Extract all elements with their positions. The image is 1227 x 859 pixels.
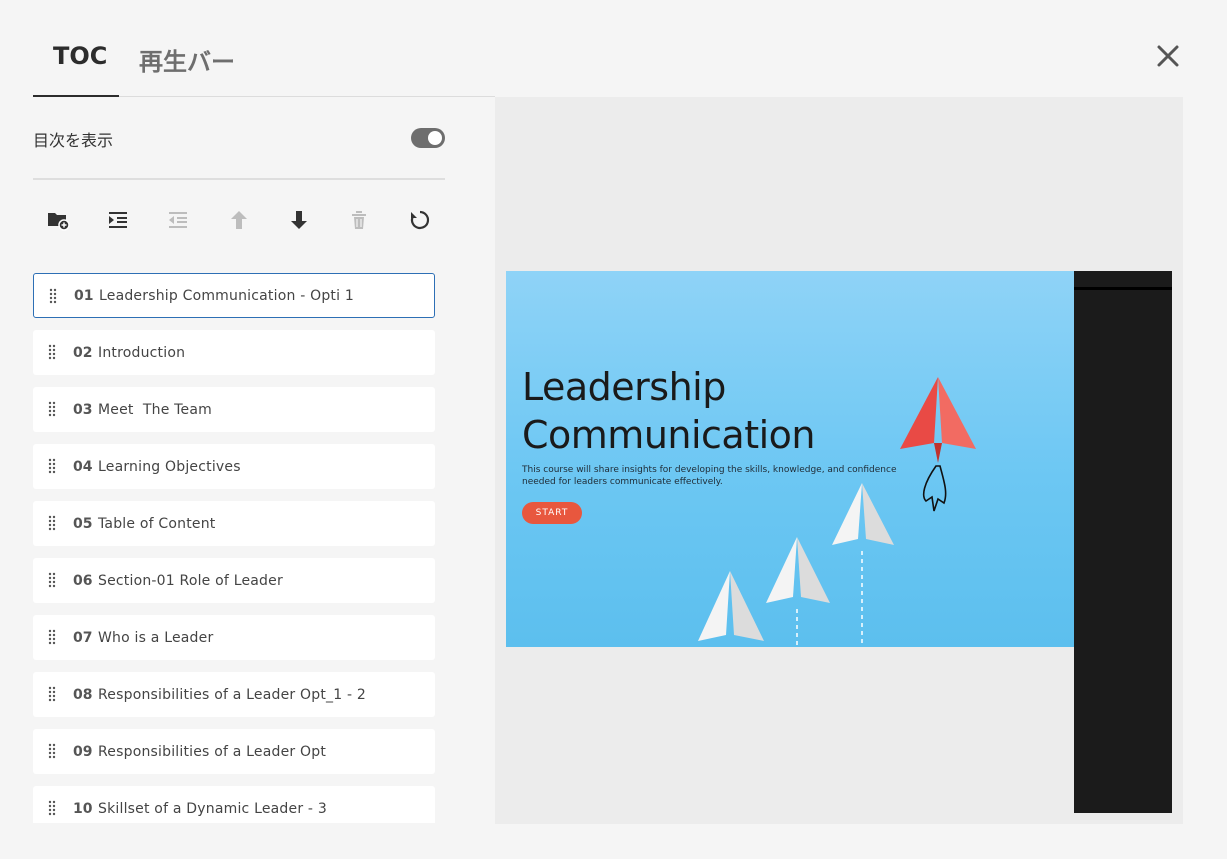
move-down-icon: [291, 211, 307, 229]
show-toc-label: 目次を表示: [33, 131, 114, 150]
tab-playbar[interactable]: 再生バー: [139, 42, 235, 77]
drag-handle-icon[interactable]: [48, 401, 56, 417]
toc-item[interactable]: 01 Leadership Communication - Opti 1: [33, 273, 435, 318]
toc-item[interactable]: 07 Who is a Leader: [33, 615, 435, 660]
toc-item[interactable]: 04 Learning Objectives: [33, 444, 435, 489]
toc-item[interactable]: 08 Responsibilities of a Leader Opt_1 - …: [33, 672, 435, 717]
outdent-button[interactable]: [164, 206, 192, 234]
drag-handle-icon[interactable]: [48, 743, 56, 759]
toc-item-number: 02: [73, 344, 93, 361]
sidebar-header-bar: [1074, 287, 1172, 290]
show-toc-toggle[interactable]: [411, 128, 445, 148]
move-up-button[interactable]: [225, 206, 253, 234]
toc-item-title: Learning Objectives: [98, 458, 241, 475]
drag-handle-icon[interactable]: [48, 629, 56, 645]
toc-item-number: 01: [74, 287, 94, 304]
toc-item-title: Leadership Communication - Opti 1: [99, 287, 354, 304]
close-icon: [1157, 45, 1179, 67]
drag-handle-icon[interactable]: [48, 686, 56, 702]
show-toc-row: 目次を表示: [33, 122, 445, 156]
toc-item-title: Who is a Leader: [98, 629, 214, 646]
start-button[interactable]: START: [522, 502, 582, 524]
reset-button[interactable]: [406, 206, 434, 234]
toc-item[interactable]: 06 Section-01 Role of Leader: [33, 558, 435, 603]
outdent-icon: [169, 212, 187, 228]
toc-item-title: Meet The Team: [98, 401, 212, 418]
close-button[interactable]: [1152, 40, 1184, 72]
drag-handle-icon[interactable]: [48, 515, 56, 531]
paper-planes-illustration: [698, 377, 976, 647]
toc-item-number: 03: [73, 401, 93, 418]
toc-item-title: Responsibilities of a Leader Opt_1 - 2: [98, 686, 366, 703]
toc-item[interactable]: 03 Meet The Team: [33, 387, 435, 432]
toc-item-title: Section-01 Role of Leader: [98, 572, 283, 589]
add-folder-button[interactable]: [44, 206, 72, 234]
indent-button[interactable]: [104, 206, 132, 234]
toc-item[interactable]: 10 Skillset of a Dynamic Leader - 3: [33, 786, 435, 823]
toc-list: 01 Leadership Communication - Opti 1 02 …: [33, 273, 435, 823]
slide-preview: Leadership Communication This course wil…: [506, 271, 1074, 647]
move-down-button[interactable]: [285, 206, 313, 234]
add-folder-icon: [48, 213, 70, 231]
toc-item-number: 05: [73, 515, 93, 532]
move-up-icon: [231, 211, 247, 229]
divider: [33, 178, 445, 180]
indent-icon: [109, 212, 127, 228]
active-tab-indicator: [33, 95, 119, 97]
tab-bar: TOC 再生バー: [33, 30, 495, 98]
toc-item-number: 08: [73, 686, 93, 703]
toc-item-number: 07: [73, 629, 93, 646]
toc-item-title: Table of Content: [98, 515, 216, 532]
toc-item-number: 10: [73, 800, 93, 817]
toc-item-number: 04: [73, 458, 93, 475]
drag-handle-icon[interactable]: [49, 288, 57, 304]
toc-item[interactable]: 05 Table of Content: [33, 501, 435, 546]
tab-toc[interactable]: TOC: [53, 42, 107, 70]
preview-pane: Leadership Communication This course wil…: [495, 97, 1183, 824]
toc-item-title: Responsibilities of a Leader Opt: [98, 743, 327, 760]
toc-toolbar: [33, 200, 445, 240]
drag-handle-icon[interactable]: [48, 572, 56, 588]
reset-icon: [410, 210, 430, 230]
delete-button[interactable]: [345, 206, 373, 234]
toggle-knob: [428, 131, 442, 145]
toc-item-title: Skillset of a Dynamic Leader - 3: [98, 800, 327, 817]
drag-handle-icon[interactable]: [48, 800, 56, 816]
toc-item-number: 09: [73, 743, 93, 760]
toc-item-number: 06: [73, 572, 93, 589]
toc-item[interactable]: 02 Introduction: [33, 330, 435, 375]
delete-icon: [352, 211, 366, 229]
toc-item-title: Introduction: [98, 344, 186, 361]
slide-toc-sidebar: [1074, 271, 1172, 813]
drag-handle-icon[interactable]: [48, 344, 56, 360]
drag-handle-icon[interactable]: [48, 458, 56, 474]
toc-item[interactable]: 09 Responsibilities of a Leader Opt: [33, 729, 435, 774]
